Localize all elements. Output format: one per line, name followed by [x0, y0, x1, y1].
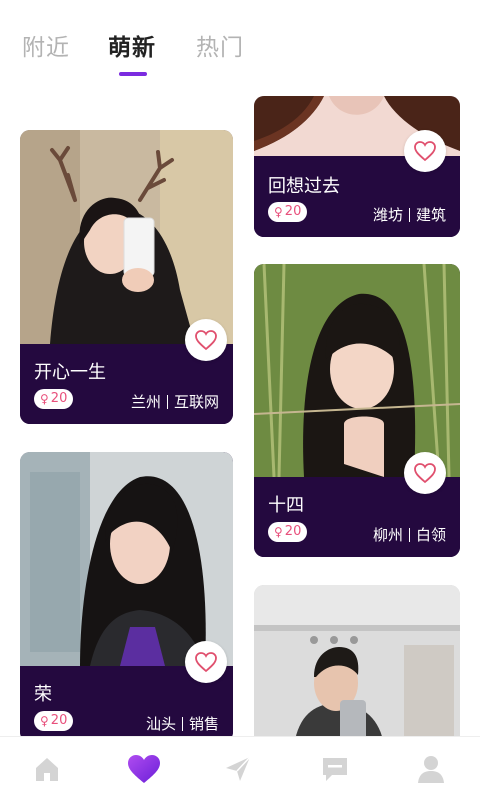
- job: 互联网: [173, 393, 219, 411]
- profile-photo: [254, 585, 460, 745]
- female-icon: ♀: [40, 714, 49, 728]
- tab-nearby[interactable]: 附近: [22, 28, 70, 62]
- divider: [166, 395, 168, 409]
- divider: [181, 717, 183, 731]
- divider: [408, 528, 410, 542]
- job: 白领: [415, 526, 446, 544]
- location-job: 汕头 销售: [146, 713, 219, 734]
- female-icon: ♀: [274, 205, 283, 219]
- location-job: 兰州 互联网: [131, 391, 219, 412]
- city: 潍坊: [372, 206, 403, 224]
- nav-send[interactable]: [220, 751, 256, 787]
- city: 汕头: [145, 715, 176, 733]
- nav-home[interactable]: [29, 751, 65, 787]
- profile-photo: [20, 452, 233, 666]
- location-job: 柳州 白领: [373, 524, 446, 545]
- age-badge: ♀ 20: [34, 389, 74, 409]
- send-icon: [226, 756, 251, 781]
- heart-icon: [128, 755, 160, 783]
- female-icon: ♀: [40, 392, 49, 406]
- profile-name: 开心一生: [34, 362, 106, 383]
- message-icon: [323, 758, 347, 781]
- app-root: 附近 萌新 热门 回想过去 ♀ 20 潍坊 建筑 开心一生 ♀ 20 兰州 互联…: [0, 0, 480, 800]
- profile-card[interactable]: [254, 585, 460, 745]
- age-badge: ♀ 20: [34, 711, 74, 731]
- age-badge: ♀ 20: [268, 202, 308, 222]
- age-badge: ♀ 20: [268, 522, 308, 542]
- heart-outline-icon: [195, 330, 217, 351]
- profile-icon: [418, 756, 444, 783]
- profile-card[interactable]: 荣 ♀ 20 汕头 销售: [20, 452, 233, 742]
- female-icon: ♀: [274, 525, 283, 539]
- like-button[interactable]: [185, 641, 227, 683]
- heart-outline-icon: [414, 463, 436, 484]
- profile-card[interactable]: 十四 ♀ 20 柳州 白领: [254, 264, 460, 557]
- divider: [408, 208, 410, 222]
- age-value: 20: [50, 391, 68, 406]
- heart-outline-icon: [414, 141, 436, 162]
- age-value: 20: [50, 713, 68, 728]
- profile-photo: [254, 264, 460, 477]
- tab-popular[interactable]: 热门: [196, 28, 244, 62]
- location-job: 潍坊 建筑: [373, 204, 446, 225]
- like-button[interactable]: [404, 452, 446, 494]
- like-button[interactable]: [404, 130, 446, 172]
- heart-outline-icon: [195, 652, 217, 673]
- age-value: 20: [284, 204, 302, 219]
- profile-card[interactable]: 回想过去 ♀ 20 潍坊 建筑: [254, 96, 460, 237]
- nav-messages[interactable]: [317, 751, 353, 787]
- job: 销售: [188, 715, 219, 733]
- age-value: 20: [284, 524, 302, 539]
- city: 柳州: [372, 526, 403, 544]
- tab-newcomers[interactable]: 萌新: [108, 28, 156, 62]
- home-icon: [36, 758, 58, 781]
- nav-profile[interactable]: [413, 751, 449, 787]
- profile-photo: [20, 130, 233, 344]
- profile-name: 荣: [34, 684, 52, 705]
- like-button[interactable]: [185, 319, 227, 361]
- profile-name: 十四: [268, 495, 304, 516]
- profile-name: 回想过去: [268, 176, 340, 197]
- city: 兰州: [130, 393, 161, 411]
- active-tab-indicator: [119, 72, 147, 76]
- profile-card[interactable]: 开心一生 ♀ 20 兰州 互联网: [20, 130, 233, 424]
- job: 建筑: [415, 206, 446, 224]
- nav-newcomers[interactable]: [126, 751, 162, 787]
- top-tab-bar: 附近 萌新 热门: [0, 0, 480, 92]
- bottom-navigation: [0, 736, 480, 800]
